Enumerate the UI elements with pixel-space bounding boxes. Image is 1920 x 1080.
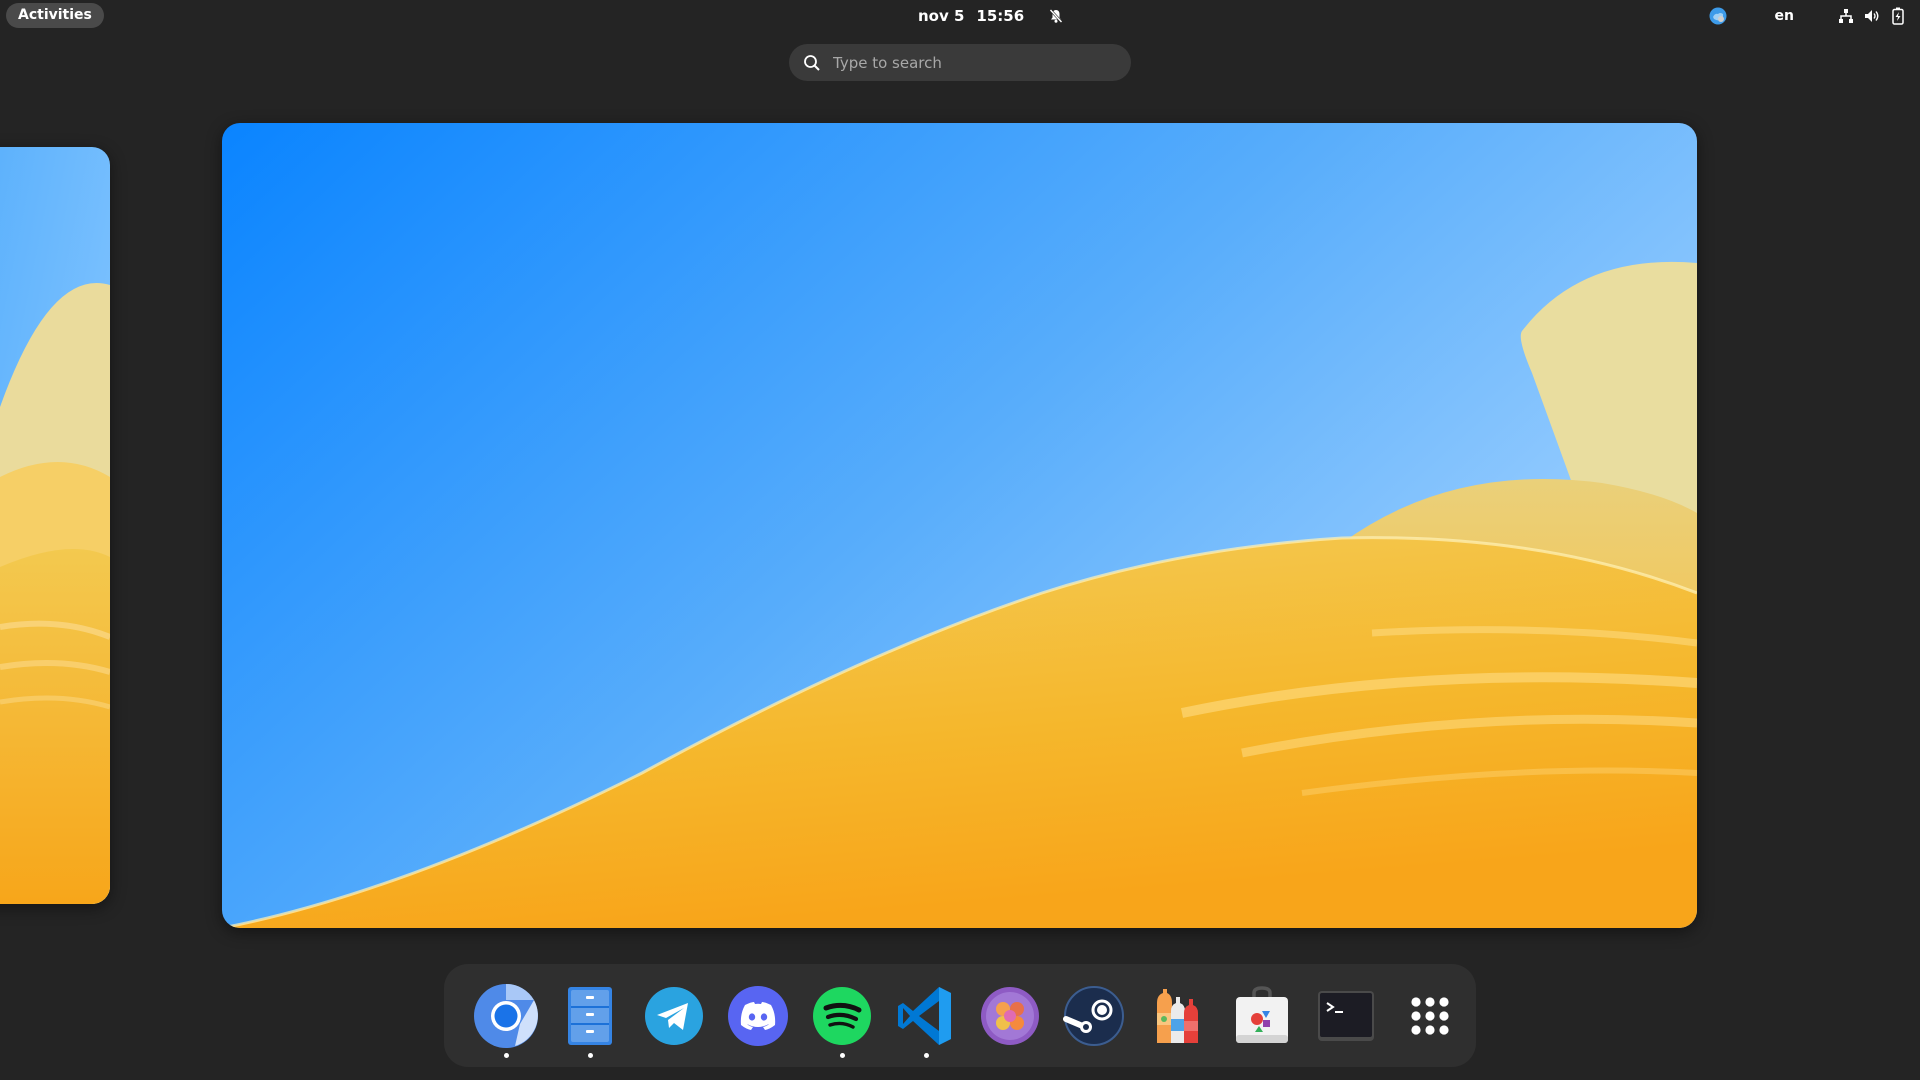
- dock-item-chromium[interactable]: [464, 974, 548, 1058]
- overview-screen: Activities nov 5 15:56 en: [0, 0, 1920, 1080]
- system-tray: en: [1709, 0, 1920, 32]
- running-indicator: [839, 1052, 845, 1058]
- app-grid-icon: [1411, 996, 1449, 1035]
- steam-icon: [1063, 985, 1124, 1046]
- update-indicator[interactable]: [1709, 0, 1727, 32]
- update-icon: [1709, 7, 1727, 25]
- chromium-icon: [474, 983, 538, 1048]
- date-label: nov 5: [918, 7, 965, 25]
- dock-item-discord[interactable]: [716, 974, 800, 1058]
- battery-charging-icon: [1892, 7, 1904, 25]
- dock-item-software[interactable]: [1220, 974, 1304, 1058]
- discord-icon: [728, 985, 788, 1046]
- vscode-icon: [898, 986, 951, 1045]
- running-indicator: [587, 1052, 593, 1058]
- dock-item-telegram[interactable]: [632, 974, 716, 1058]
- wallpaper-preview: [0, 147, 110, 904]
- running-indicator: [923, 1052, 929, 1058]
- dock-item-steam[interactable]: [1052, 974, 1136, 1058]
- workspace-thumbnail-current[interactable]: [222, 123, 1697, 928]
- show-apps-button[interactable]: [1388, 974, 1472, 1058]
- volume-icon: [1865, 10, 1879, 22]
- workspace-thumbnail-previous[interactable]: [0, 147, 110, 904]
- dock-item-bottles[interactable]: [1136, 974, 1220, 1058]
- dock-item-terminal[interactable]: [1304, 974, 1388, 1058]
- telegram-icon: [645, 986, 703, 1045]
- running-indicator: [503, 1052, 509, 1058]
- dock-item-files[interactable]: [548, 974, 632, 1058]
- wallpaper-preview: [222, 123, 1697, 928]
- notifications-off-icon: [1049, 9, 1063, 23]
- dock-item-spotify[interactable]: [800, 974, 884, 1058]
- battery-indicator[interactable]: [1892, 0, 1904, 32]
- time-label: 15:56: [976, 7, 1025, 25]
- software-store-icon: [1236, 985, 1288, 1043]
- search-input[interactable]: [831, 52, 1105, 73]
- network-indicator[interactable]: [1838, 0, 1854, 32]
- dock-item-vscode[interactable]: [884, 974, 968, 1058]
- volume-indicator[interactable]: [1864, 0, 1880, 32]
- search-entry[interactable]: [789, 44, 1131, 81]
- dash: [444, 964, 1476, 1067]
- activities-button[interactable]: Activities: [6, 3, 104, 28]
- wired-network-icon: [1839, 9, 1853, 23]
- files-icon: [568, 986, 612, 1045]
- bottles-icon: [1157, 988, 1198, 1043]
- clock-button[interactable]: nov 5 15:56: [918, 0, 1064, 32]
- flatseal-icon: [981, 986, 1039, 1045]
- top-bar: Activities nov 5 15:56 en: [0, 0, 1920, 32]
- search-icon: [804, 54, 820, 71]
- terminal-icon: [1318, 990, 1374, 1041]
- dock-item-flatseal[interactable]: [968, 974, 1052, 1058]
- keyboard-layout-indicator[interactable]: en: [1775, 0, 1794, 32]
- spotify-icon: [813, 986, 871, 1045]
